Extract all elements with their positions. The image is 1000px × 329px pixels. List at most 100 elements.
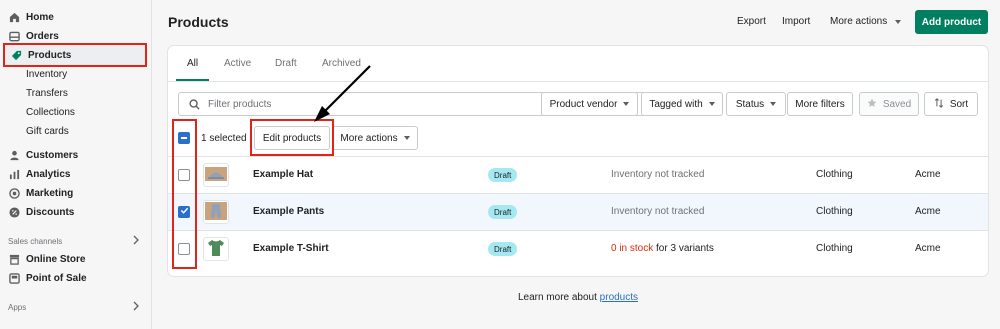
- nav-analytics[interactable]: Analytics: [0, 165, 152, 184]
- nav-online-store[interactable]: Online Store: [0, 250, 152, 269]
- status-filter-label: Status: [735, 98, 765, 110]
- sort-button[interactable]: Sort: [924, 92, 978, 116]
- caret-down-icon: [708, 102, 715, 106]
- saved-label: Saved: [882, 98, 912, 110]
- nav-sub-gift-cards[interactable]: Gift cards: [26, 122, 69, 141]
- nav-discounts[interactable]: Discounts: [0, 203, 152, 222]
- nav-marketing[interactable]: Marketing: [0, 184, 152, 203]
- caret-down-icon: [895, 19, 902, 24]
- tagged-with-filter[interactable]: Tagged with: [641, 92, 723, 116]
- row-checkbox[interactable]: [178, 243, 190, 255]
- nav-home[interactable]: Home: [0, 8, 152, 27]
- status-badge: Draft: [488, 168, 518, 182]
- nav-analytics-label: Analytics: [26, 169, 71, 180]
- nav-discounts-label: Discounts: [26, 207, 75, 218]
- product-vendor: Acme: [915, 206, 941, 217]
- product-vendor-filter[interactable]: Product vendor: [541, 92, 638, 116]
- sales-channels-section[interactable]: Sales channels: [8, 233, 140, 249]
- tab-active[interactable]: Active: [224, 58, 251, 80]
- product-thumbnail: [203, 163, 229, 187]
- bulk-more-actions-button[interactable]: More actions: [332, 126, 418, 150]
- footer-text: Learn more about: [517, 292, 600, 303]
- caret-down-icon: [623, 102, 630, 106]
- edit-products-button[interactable]: Edit products: [254, 126, 330, 150]
- nav-products[interactable]: Products: [3, 43, 147, 67]
- inventory-status: 0 in stock for 3 variants: [611, 243, 714, 254]
- tshirt-icon: [206, 239, 226, 260]
- tab-draft[interactable]: Draft: [275, 58, 297, 80]
- nav-customers[interactable]: Customers: [0, 146, 152, 165]
- header-more-actions-button[interactable]: More actions: [830, 16, 902, 27]
- inventory-text: Inventory not tracked: [611, 206, 705, 217]
- more-filters-button[interactable]: More filters: [787, 92, 853, 116]
- minus-icon: [181, 137, 187, 139]
- nav-sub-inventory[interactable]: Inventory: [26, 65, 67, 84]
- header-more-actions-label: More actions: [830, 16, 888, 27]
- star-icon: [867, 98, 877, 111]
- apps-section[interactable]: Apps: [8, 299, 140, 315]
- sidebar: Home Orders Products Inventory Transfers…: [0, 0, 152, 329]
- pos-icon: [8, 273, 20, 285]
- add-product-button[interactable]: Add product: [915, 10, 988, 34]
- pants-icon: [205, 201, 227, 223]
- product-name[interactable]: Example T-Shirt: [253, 243, 329, 254]
- store-icon: [8, 254, 20, 266]
- nav-customers-label: Customers: [26, 150, 79, 161]
- product-name[interactable]: Example Pants: [253, 206, 324, 217]
- caret-down-icon: [403, 136, 410, 140]
- product-type: Clothing: [816, 169, 853, 180]
- checkmark-icon: [180, 206, 189, 218]
- inventory-stock-count: 0 in stock: [611, 243, 654, 254]
- nav-sub-collections[interactable]: Collections: [26, 103, 75, 122]
- row-checkbox[interactable]: [178, 169, 190, 181]
- sales-channels-label: Sales channels: [8, 236, 63, 246]
- inventory-text: Inventory not tracked: [611, 169, 705, 180]
- tab-divider: [168, 81, 988, 82]
- saved-button[interactable]: Saved: [859, 92, 919, 116]
- bulk-actions-bar: 1 selected Edit products More actions: [168, 122, 988, 155]
- table-row[interactable]: Example T-Shirt Draft 0 in stock for 3 v…: [168, 230, 988, 267]
- tab-archived[interactable]: Archived: [322, 58, 361, 80]
- nav-point-of-sale[interactable]: Point of Sale: [0, 269, 152, 288]
- chevron-right-icon: [132, 301, 140, 313]
- status-badge: Draft: [488, 205, 518, 219]
- footer-help: Learn more about products: [168, 292, 988, 303]
- tab-all[interactable]: All: [187, 58, 198, 80]
- inventory-variants: for 3 variants: [653, 243, 714, 254]
- apps-label: Apps: [8, 302, 27, 312]
- product-vendor: Acme: [915, 243, 941, 254]
- product-vendor: Acme: [915, 169, 941, 180]
- status-badge: Draft: [488, 242, 518, 256]
- import-button[interactable]: Import: [782, 16, 810, 27]
- row-checkbox[interactable]: [178, 206, 190, 218]
- select-all-checkbox[interactable]: [178, 132, 190, 144]
- product-type: Clothing: [816, 243, 853, 254]
- bulk-more-actions-label: More actions: [340, 132, 398, 144]
- table-row[interactable]: Example Pants Draft Inventory not tracke…: [168, 193, 988, 230]
- orders-icon: [8, 31, 20, 43]
- nav-products-label: Products: [28, 49, 72, 61]
- products-help-link[interactable]: products: [600, 292, 638, 303]
- sort-label: Sort: [949, 98, 969, 110]
- product-name[interactable]: Example Hat: [253, 169, 313, 180]
- bar-chart-icon: [8, 169, 20, 181]
- product-type: Clothing: [816, 206, 853, 217]
- page-title: Products: [168, 14, 229, 30]
- nav-point-of-sale-label: Point of Sale: [26, 273, 87, 284]
- sort-icon: [934, 97, 944, 111]
- person-icon: [8, 150, 20, 162]
- selected-count: 1 selected: [201, 133, 247, 144]
- tagged-with-label: Tagged with: [649, 98, 703, 110]
- product-thumbnail: [203, 200, 229, 224]
- caret-down-icon: [770, 102, 777, 106]
- nav-online-store-label: Online Store: [26, 254, 86, 265]
- inventory-status: Inventory not tracked: [611, 206, 704, 217]
- inventory-status: Inventory not tracked: [611, 169, 704, 180]
- product-thumbnail: [203, 237, 229, 261]
- hat-icon: [205, 166, 227, 184]
- table-row[interactable]: Example Hat Draft Inventory not tracked …: [168, 156, 988, 193]
- nav-sub-transfers[interactable]: Transfers: [26, 84, 68, 103]
- export-button[interactable]: Export: [737, 16, 766, 27]
- nav-orders-label: Orders: [26, 31, 59, 42]
- status-filter[interactable]: Status: [726, 92, 786, 116]
